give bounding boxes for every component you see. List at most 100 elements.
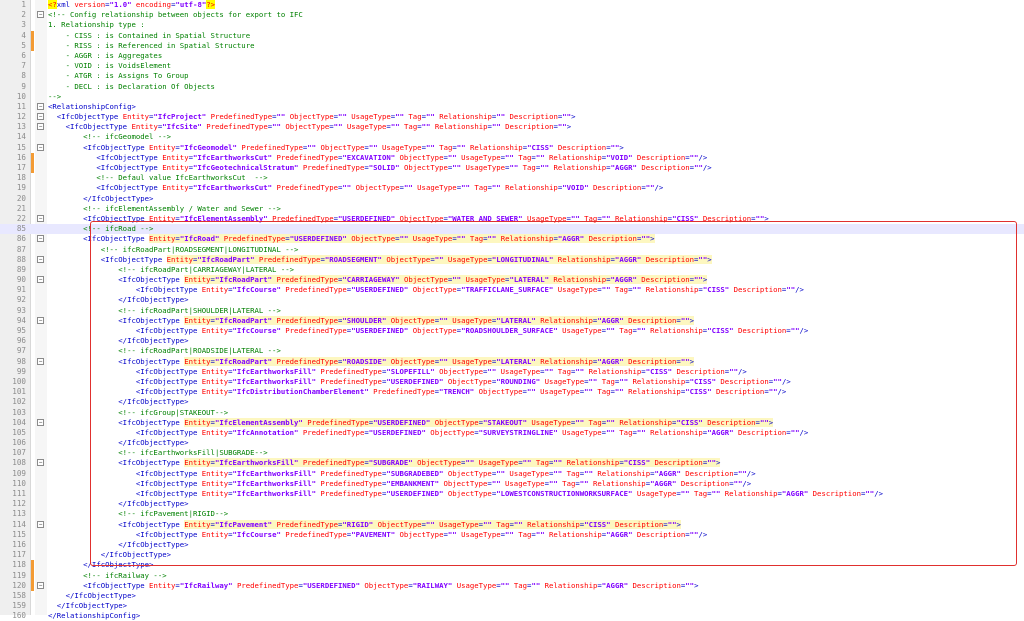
fold-toggle-icon[interactable]: − — [37, 113, 44, 121]
code-text[interactable]: <!-- Config relationship between objects… — [48, 10, 303, 20]
code-text[interactable]: </IfcObjectType> — [48, 550, 171, 560]
code-text[interactable]: <IfcObjectType Entity="IfcEarthworksFill… — [48, 479, 751, 489]
code-text[interactable]: <!-- ifcGroup|STAKEOUT--> — [48, 408, 228, 418]
code-line[interactable]: 117 </IfcObjectType> — [0, 550, 1024, 560]
code-line[interactable]: 106 </IfcObjectType> — [0, 438, 1024, 448]
code-line[interactable]: 114 − <IfcObjectType Entity="IfcPavement"… — [0, 519, 1024, 530]
code-text[interactable]: <IfcObjectType Entity="IfcEarthworksFill… — [48, 377, 791, 387]
code-text[interactable]: <!-- ifcEarthworksFill|SUBGRADE--> — [48, 448, 267, 458]
code-line[interactable]: 85 <!-- ifcRoad --> — [0, 224, 1024, 235]
code-text[interactable]: <IfcObjectType Entity="IfcElementAssembl… — [48, 214, 769, 224]
code-text[interactable]: <IfcObjectType Entity="IfcRoadPart" Pred… — [48, 254, 712, 265]
code-line[interactable]: 120 − <IfcObjectType Entity="IfcRailway" … — [0, 580, 1024, 591]
code-line[interactable]: 112 </IfcObjectType> — [0, 499, 1024, 509]
code-line[interactable]: 110 <IfcObjectType Entity="IfcEarthworks… — [0, 479, 1024, 489]
code-line[interactable]: 17 <IfcObjectType Entity="IfcGeotechnica… — [0, 163, 1024, 174]
code-text[interactable]: <IfcObjectType Entity="IfcDistributionCh… — [48, 387, 786, 397]
code-line[interactable]: 6 - AGGR : is Aggregates — [0, 51, 1024, 61]
code-text[interactable]: <?xml version="1.0" encoding="utf-8"?> — [48, 0, 216, 10]
fold-toggle-icon[interactable]: − — [37, 143, 44, 151]
code-text[interactable]: <IfcObjectType Entity="IfcCourse" Predef… — [48, 326, 808, 336]
code-text[interactable]: <IfcObjectType Entity="IfcCourse" Predef… — [48, 530, 707, 540]
code-text[interactable]: <IfcObjectType Entity="IfcEarthworksFill… — [48, 367, 747, 377]
code-text[interactable]: <!-- ifcRoadPart|ROADSEGMENT|LONGITUDINA… — [48, 245, 299, 255]
fold-toggle-icon[interactable]: − — [37, 123, 44, 131]
code-text[interactable]: <IfcObjectType Entity="IfcGeomodel" Pred… — [48, 143, 624, 153]
fold-toggle-icon[interactable]: − — [37, 11, 44, 19]
code-line[interactable]: 90 − <IfcObjectType Entity = "IfcRoadPart" … — [0, 275, 1024, 285]
code-line[interactable]: 108 − <IfcObjectType Entity = "IfcEarthwork… — [0, 458, 1024, 468]
code-text[interactable]: <IfcObjectType Entity="IfcEarthworksFill… — [48, 469, 756, 479]
code-text[interactable]: <!-- ifcGeomodel --> — [48, 132, 171, 142]
code-text[interactable]: </IfcObjectType> — [48, 295, 188, 305]
code-line[interactable]: 95 <IfcObjectType Entity="IfcCourse" Pre… — [0, 326, 1024, 336]
code-text[interactable]: <IfcObjectType Entity="IfcElementAssembl… — [48, 417, 774, 428]
code-line[interactable]: 101 <IfcObjectType Entity="IfcDistributi… — [0, 387, 1024, 397]
fold-toggle-icon[interactable]: − — [37, 235, 44, 243]
code-text[interactable]: <RelationshipConfig> — [48, 102, 136, 112]
code-line[interactable]: 11 − <RelationshipConfig> — [0, 102, 1024, 112]
code-text[interactable]: <IfcObjectType Entity="IfcRoadPart" Pred… — [48, 356, 695, 367]
code-text[interactable]: - VOID : is VoidsElement — [48, 61, 171, 71]
code-line[interactable]: 158 </IfcObjectType> — [0, 591, 1024, 601]
code-line[interactable]: 160 </RelationshipConfig> — [0, 611, 1024, 621]
code-line[interactable]: 98 − <IfcObjectType Entity="IfcRoadPart" … — [0, 356, 1024, 367]
code-line[interactable]: 104 − <IfcObjectType Entity="IfcElementAs… — [0, 417, 1024, 428]
code-text[interactable]: <IfcObjectType Entity="IfcEarthworksCut"… — [48, 153, 707, 163]
code-line[interactable]: 21 <!-- ifcElementAssembly / Water and S… — [0, 204, 1024, 214]
code-line[interactable]: 102 </IfcObjectType> — [0, 397, 1024, 407]
code-text[interactable]: </IfcObjectType> — [48, 336, 188, 346]
code-line[interactable]: 86 − <IfcObjectType Entity = "IfcRoad" Pred… — [0, 234, 1024, 244]
code-text[interactable]: </IfcObjectType> — [48, 397, 188, 407]
code-line[interactable]: 113 <!-- ifcPavement|RIGID--> — [0, 509, 1024, 519]
code-line[interactable]: 111 <IfcObjectType Entity="IfcEarthworks… — [0, 489, 1024, 499]
code-text[interactable]: <IfcObjectType Entity="IfcRailway" Prede… — [48, 581, 698, 591]
code-text[interactable]: <IfcObjectType Entity="IfcEarthworksFill… — [48, 458, 721, 468]
code-text[interactable]: </IfcObjectType> — [48, 560, 153, 570]
code-line[interactable]: 97 <!-- ifcRoadPart|ROADSIDE|LATERAL --> — [0, 346, 1024, 356]
code-line[interactable]: 159 </IfcObjectType> — [0, 601, 1024, 611]
code-text[interactable]: <IfcObjectType Entity="IfcProject" Prede… — [48, 112, 576, 122]
code-text[interactable]: --> — [48, 92, 61, 102]
code-text[interactable]: <IfcObjectType Entity = "IfcRoad" Predefin… — [48, 234, 655, 244]
fold-toggle-icon[interactable]: − — [37, 418, 44, 426]
code-line[interactable]: 14 <!-- ifcGeomodel --> — [0, 132, 1024, 142]
code-line[interactable]: 2 − <!-- Config relationship between objec… — [0, 10, 1024, 20]
fold-toggle-icon[interactable]: − — [37, 276, 44, 284]
code-text[interactable]: </IfcObjectType> — [48, 591, 136, 601]
code-line[interactable]: 94 − <IfcObjectType Entity="IfcRoadPart" … — [0, 315, 1024, 326]
code-line[interactable]: 15 − <IfcObjectType Entity="IfcGeomodel" … — [0, 143, 1024, 153]
code-line[interactable]: 89 <!-- ifcRoadPart|CARRIAGEWAY|LATERAL … — [0, 265, 1024, 275]
code-text[interactable]: <!-- Defaul value IfcEarthworksCut --> — [48, 173, 267, 183]
code-line[interactable]: 92 </IfcObjectType> — [0, 295, 1024, 305]
code-text[interactable]: - CISS : is Contained in Spatial Structu… — [48, 31, 251, 41]
code-text[interactable]: <!-- ifcRoad --> — [48, 224, 153, 234]
code-text[interactable]: <IfcObjectType Entity="IfcSite" Predefin… — [48, 122, 572, 132]
code-text[interactable]: <!-- ifcRoadPart|CARRIAGEWAY|LATERAL --> — [48, 265, 294, 275]
code-editor[interactable]: 1 <?xml version="1.0" encoding="utf-8"?> 2… — [0, 0, 1024, 620]
code-text[interactable]: <IfcObjectType Entity="IfcGeotechnicalSt… — [48, 163, 711, 173]
code-text[interactable]: - DECL : is Declaration Of Objects — [48, 82, 215, 92]
code-text[interactable]: - RISS : is Referenced in Spatial Struct… — [48, 41, 255, 51]
code-line[interactable]: 22 − <IfcObjectType Entity="IfcElementAss… — [0, 214, 1024, 224]
code-line[interactable]: 118 </IfcObjectType> — [0, 560, 1024, 571]
code-text[interactable]: </RelationshipConfig> — [48, 611, 140, 621]
code-text[interactable]: </IfcObjectType> — [48, 540, 188, 550]
code-text[interactable]: <!-- ifcRoadPart|SHOULDER|LATERAL --> — [48, 306, 281, 316]
fold-toggle-icon[interactable]: − — [37, 520, 44, 528]
code-line[interactable]: 1 <?xml version="1.0" encoding="utf-8"?> — [0, 0, 1024, 10]
code-line[interactable]: 116 </IfcObjectType> — [0, 540, 1024, 550]
code-line[interactable]: 93 <!-- ifcRoadPart|SHOULDER|LATERAL --> — [0, 306, 1024, 316]
code-line[interactable]: 99 <IfcObjectType Entity="IfcEarthworksF… — [0, 367, 1024, 377]
fold-toggle-icon[interactable]: − — [37, 459, 44, 467]
code-text[interactable]: - ATGR : is Assigns To Group — [48, 71, 189, 81]
fold-toggle-icon[interactable]: − — [37, 214, 44, 222]
code-line[interactable]: 13 − <IfcObjectType Entity="IfcSite" Pred… — [0, 122, 1024, 132]
code-line[interactable]: 91 <IfcObjectType Entity="IfcCourse" Pre… — [0, 285, 1024, 295]
code-line[interactable]: 115 <IfcObjectType Entity="IfcCourse" Pr… — [0, 530, 1024, 540]
code-line[interactable]: 103 <!-- ifcGroup|STAKEOUT--> — [0, 408, 1024, 418]
code-line[interactable]: 7 - VOID : is VoidsElement — [0, 61, 1024, 71]
code-line[interactable]: 3 1. Relationship type : — [0, 20, 1024, 30]
code-text[interactable]: <IfcObjectType Entity="IfcRoadPart" Pred… — [48, 315, 695, 326]
code-line[interactable]: 5 - RISS : is Referenced in Spatial Stru… — [0, 40, 1024, 51]
